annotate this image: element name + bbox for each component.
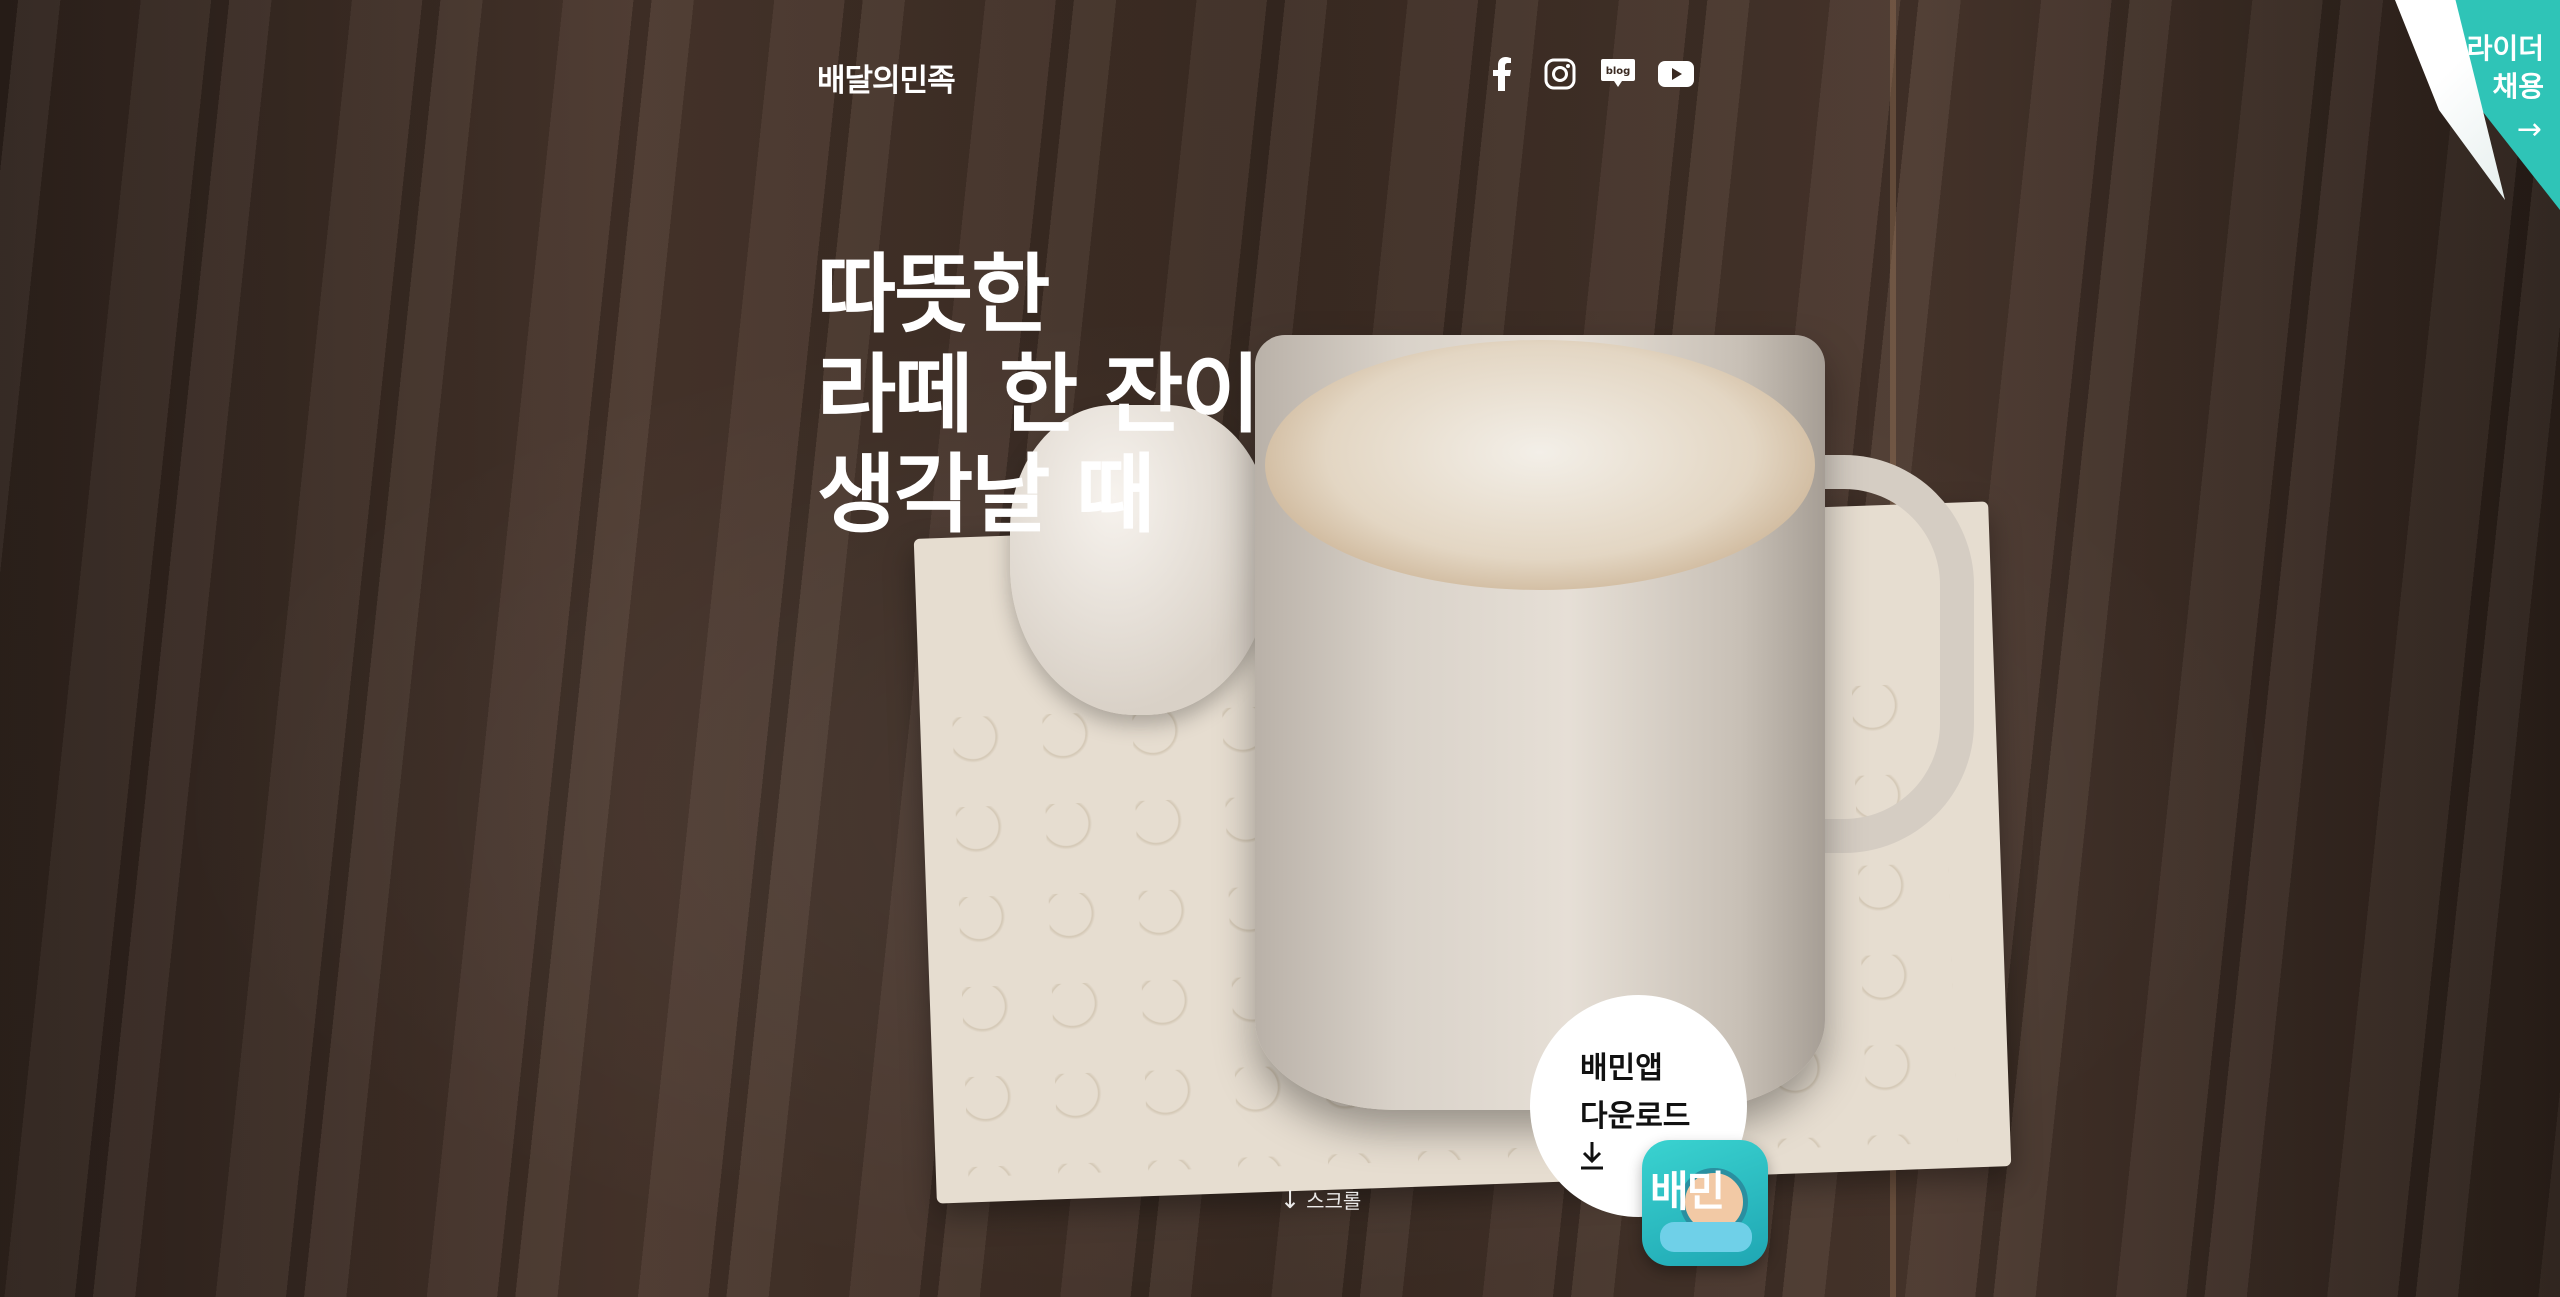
headline-line: 라떼 한 잔이 <box>817 345 1260 445</box>
recruit-label: 라이더 채용 <box>2467 30 2544 106</box>
youtube-icon[interactable] <box>1658 56 1694 92</box>
scroll-label: 스크롤 <box>1306 1189 1362 1213</box>
blog-icon[interactable]: blog <box>1600 56 1636 92</box>
download-icon <box>1581 1142 1603 1170</box>
social-links: blog <box>1484 56 1694 92</box>
brand-logo[interactable]: 배달의민족 <box>817 55 956 100</box>
recruit-line: 채용 <box>2492 70 2544 103</box>
rider-recruit-button[interactable]: 라이더 채용 → <box>2395 0 2560 210</box>
arrow-right-icon: → <box>2516 112 2542 147</box>
hero-headline: 따뜻한 라떼 한 잔이 생각날 때 <box>817 245 1260 545</box>
app-icon-text: 배민 <box>1650 1167 1725 1216</box>
scroll-down-icon: ↓ <box>1280 1186 1301 1214</box>
facebook-icon[interactable] <box>1484 56 1520 92</box>
recruit-line: 라이더 <box>2466 32 2544 65</box>
headline-line: 생각날 때 <box>817 445 1155 545</box>
scroll-indicator[interactable]: ↓ 스크롤 <box>1280 1185 1361 1214</box>
svg-text:blog: blog <box>1606 66 1631 77</box>
download-label: 배민앱 다운로드 <box>1580 1045 1690 1141</box>
instagram-icon[interactable] <box>1542 56 1578 92</box>
download-line: 배민앱 <box>1580 1051 1663 1086</box>
latte-foam-image <box>1265 340 1815 590</box>
headline-line: 따뜻한 <box>817 245 1050 345</box>
download-line: 다운로드 <box>1580 1099 1691 1134</box>
scooter-icon <box>1660 1222 1752 1252</box>
baemin-app-icon[interactable]: 배민 <box>1642 1140 1768 1266</box>
